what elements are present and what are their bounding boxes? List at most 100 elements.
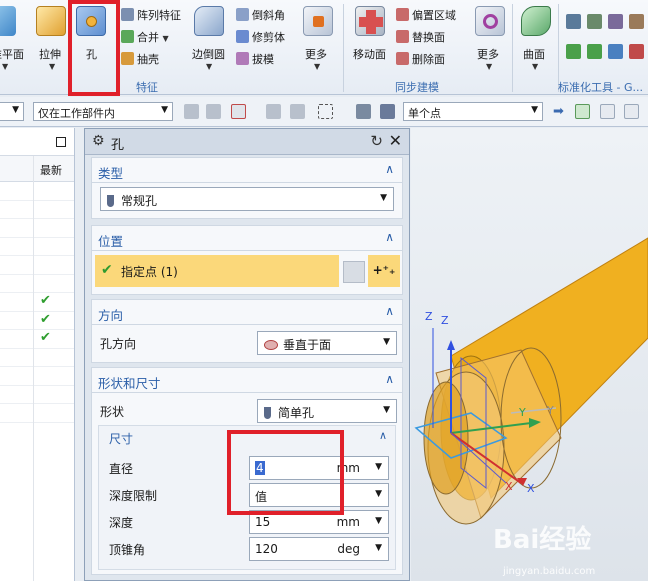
replace-face-button[interactable]: 替换面 <box>396 29 445 45</box>
chamfer-button[interactable]: 倒斜角 <box>236 7 285 23</box>
highlight-box-dimensions <box>227 430 344 515</box>
selection-toolbar: ▼ 仅在工作部件内 ▼ 单个点 ▼ ➡ <box>0 97 648 127</box>
move-cursor-icon[interactable] <box>266 104 281 119</box>
chamfer-label: 倒斜角 <box>252 9 285 22</box>
gear-icon: ⚙ <box>92 133 105 149</box>
y-axis-label: Y <box>518 406 526 419</box>
tip-angle-input[interactable]: 120 deg ▼ <box>249 537 389 561</box>
select-face-icon[interactable] <box>290 104 305 119</box>
close-icon[interactable]: ✕ <box>389 131 402 150</box>
section-type-header[interactable]: 类型 ∧ <box>91 157 403 183</box>
navigator-row[interactable] <box>0 349 74 367</box>
graphics-viewport[interactable]: Z Z Y Y X X Bai经验 jingyan.baidu.com <box>411 128 648 581</box>
z-axis-label-2: Z <box>425 310 433 323</box>
draft-button[interactable]: 拔模 <box>236 51 274 67</box>
section-direction-header[interactable]: 方向 ∧ <box>91 299 403 325</box>
pin-tool-icon[interactable] <box>566 44 581 59</box>
collapse-icon[interactable]: ∧ <box>385 304 394 318</box>
navigator-row[interactable] <box>0 404 74 423</box>
collapse-icon[interactable]: ∧ <box>385 372 394 386</box>
reset-icon[interactable]: ↻ <box>370 132 383 150</box>
navigator-row[interactable] <box>0 201 74 219</box>
shape-select[interactable]: 简单孔 ▼ <box>257 399 397 423</box>
section-location-body: ✔ 指定点 (1) +⁺₊ <box>91 251 403 295</box>
navigator-row[interactable]: ✔ <box>0 293 74 312</box>
navigator-header <box>0 128 74 156</box>
snap-point-icon[interactable] <box>231 104 246 119</box>
unite-button[interactable]: 合并 ▼ <box>121 29 169 45</box>
section-location-header[interactable]: 位置 ∧ <box>91 225 403 251</box>
chevron-down-icon: ▼ <box>375 543 382 553</box>
navigator-row[interactable]: ✔ <box>0 330 74 349</box>
navigator-row[interactable] <box>0 182 74 201</box>
draft-icon <box>236 52 249 65</box>
ribbon: 准平面 ▼ 拉伸 ▼ 孔 阵列特征 合并 ▼ 抽壳 边倒圆 <box>0 0 648 96</box>
navigator-row[interactable] <box>0 386 74 404</box>
hole-type-select[interactable]: 常规孔 ▼ <box>100 187 394 211</box>
chevron-down-icon: ▼ <box>375 489 382 499</box>
model-view: Z Z Y Y X X Bai经验 jingyan.baidu.com <box>414 237 648 577</box>
scope-filter-select[interactable]: 仅在工作部件内 ▼ <box>33 102 173 121</box>
offset-region-button[interactable]: 偏置区域 <box>396 7 456 23</box>
line-snap-icon[interactable] <box>600 104 615 119</box>
sync-modeling-group-label: 同步建模 <box>395 81 439 94</box>
feature-select-icon[interactable] <box>380 104 395 119</box>
watermark-text: Bai经验 <box>493 524 591 555</box>
spring-tool-icon[interactable] <box>629 44 644 59</box>
dimensions-title: 尺寸 <box>109 432 134 446</box>
more-icon <box>303 6 333 36</box>
surface-button[interactable]: 曲面 ▼ <box>518 6 554 76</box>
rotate-tool-icon[interactable] <box>608 44 623 59</box>
assembly-select-icon[interactable] <box>206 104 221 119</box>
collapse-icon[interactable]: ∧ <box>385 230 394 244</box>
collapse-icon[interactable]: ∧ <box>379 429 387 442</box>
rectangle-select-icon[interactable] <box>318 104 333 119</box>
section-direction-body: 孔方向 垂直于面 ▼ <box>91 325 403 363</box>
column-latest[interactable]: 最新 <box>40 162 62 178</box>
point-dialog-icon[interactable]: +⁺₊ <box>368 255 400 287</box>
type-filter-select[interactable]: ▼ <box>0 102 24 121</box>
section-direction-title: 方向 <box>98 308 124 323</box>
datum-plane-label: 准平面 <box>0 48 24 61</box>
pattern-feature-button[interactable]: 阵列特征 <box>121 7 181 23</box>
stack-tool-icon[interactable] <box>608 14 623 29</box>
midpoint-snap-icon[interactable] <box>624 104 639 119</box>
dialog-title-bar[interactable]: ⚙ 孔 ↻ ✕ <box>85 129 409 155</box>
edge-blend-button[interactable]: 边倒圆 ▼ <box>190 6 230 76</box>
edge-blend-label: 边倒圆 <box>192 48 225 61</box>
z-axis-label: Z <box>441 314 449 327</box>
hole-type-value: 常规孔 <box>121 194 158 208</box>
hole-direction-select[interactable]: 垂直于面 ▼ <box>257 331 397 355</box>
endpoint-snap-icon[interactable] <box>575 104 590 119</box>
section-form-header[interactable]: 形状和尺寸 ∧ <box>91 367 403 393</box>
grid-tool-icon[interactable] <box>566 14 581 29</box>
replace-face-icon <box>396 30 409 43</box>
layers-tool-icon[interactable] <box>587 14 602 29</box>
navigator-row[interactable]: ✔ <box>0 312 74 330</box>
snap-mode-select[interactable]: 单个点 ▼ <box>403 102 543 121</box>
move-face-button[interactable]: 移动面 <box>350 6 390 76</box>
bolt-tool-icon[interactable] <box>629 14 644 29</box>
shell-button[interactable]: 抽壳 <box>121 51 159 67</box>
body-select-icon[interactable] <box>356 104 371 119</box>
pattern-feature-label: 阵列特征 <box>137 9 181 22</box>
extrude-button[interactable]: 拉伸 ▼ <box>36 6 66 76</box>
collapse-icon[interactable]: ∧ <box>385 162 394 176</box>
navigator-row[interactable] <box>0 256 74 275</box>
navigator-row[interactable] <box>0 367 74 386</box>
trim-body-button[interactable]: 修剪体 <box>236 29 285 45</box>
specify-point-row[interactable]: ✔ 指定点 (1) <box>95 255 339 287</box>
navigator-row[interactable] <box>0 275 74 293</box>
sketch-section-icon[interactable] <box>343 261 365 283</box>
arrow-right-icon[interactable]: ➡ <box>553 104 568 119</box>
more-feature-button[interactable]: 更多 ▼ <box>300 6 336 76</box>
move-tool-icon[interactable] <box>587 44 602 59</box>
trim-body-icon <box>236 30 249 43</box>
selection-tool-icon[interactable] <box>184 104 199 119</box>
navigator-row[interactable] <box>0 238 74 256</box>
more-sync-button[interactable]: 更多 ▼ <box>472 6 508 76</box>
chevron-down-icon: ▼ <box>12 105 19 115</box>
maximize-icon[interactable] <box>56 137 66 147</box>
navigator-row[interactable] <box>0 219 74 238</box>
delete-face-button[interactable]: 删除面 <box>396 51 445 67</box>
